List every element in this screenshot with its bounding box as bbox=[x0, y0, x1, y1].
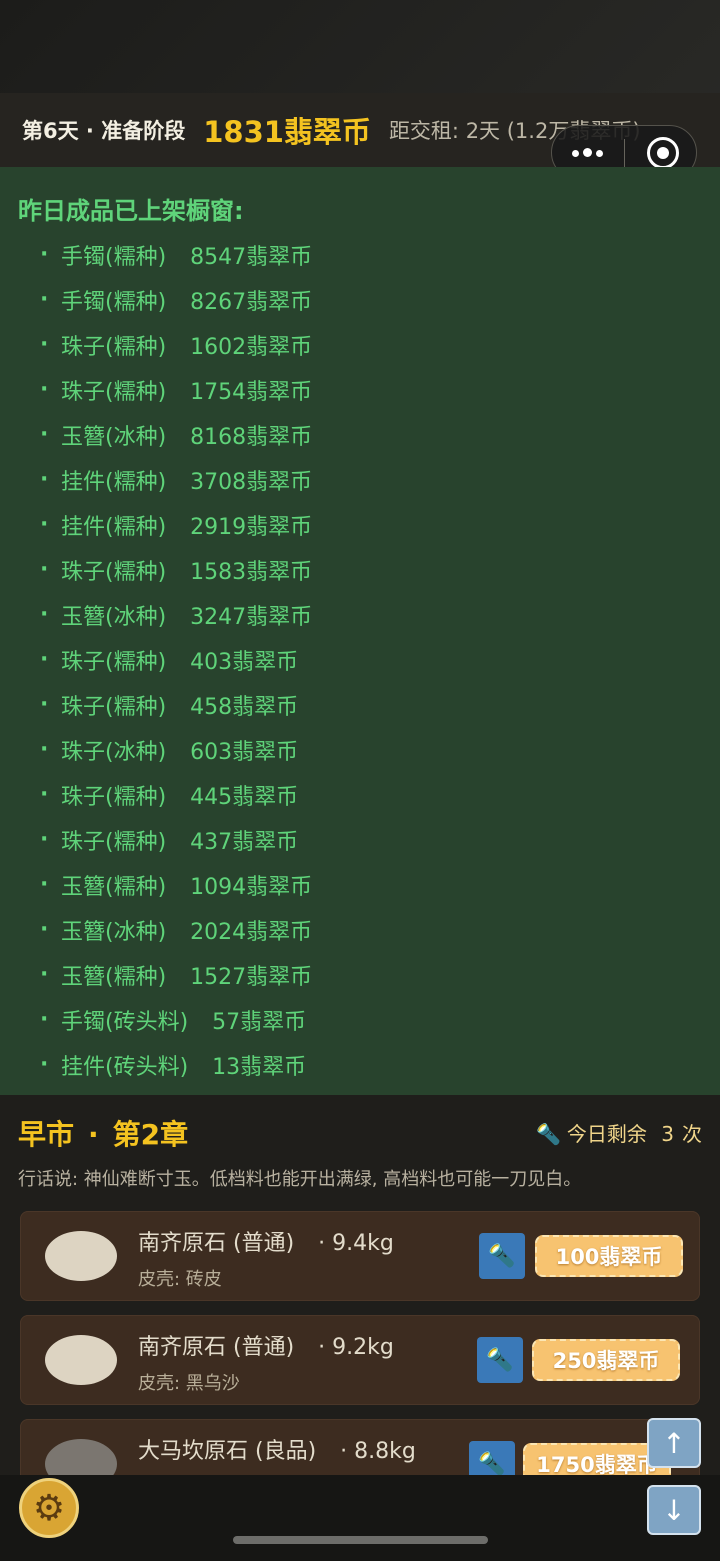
item-price: 437翡翠币 bbox=[190, 829, 299, 855]
item-price: 1583翡翠币 bbox=[190, 559, 313, 585]
capsule-divider bbox=[624, 139, 625, 167]
item-price: 1527翡翠币 bbox=[190, 964, 313, 990]
flashlight-button[interactable]: 🔦 bbox=[479, 1233, 525, 1279]
item-price: 8267翡翠币 bbox=[190, 289, 313, 315]
item-name: 手镯(糯种) bbox=[61, 289, 167, 315]
item-name: 手镯(糯种) bbox=[61, 244, 167, 270]
gear-icon[interactable]: ⚙ bbox=[19, 1478, 79, 1538]
flashlight-icon: 🔦 bbox=[486, 1347, 514, 1373]
stone-weight: · 8.8kg bbox=[340, 1439, 416, 1464]
item-name: 珠子(糯种) bbox=[61, 559, 167, 585]
list-item: · 珠子(糯种) 1583翡翠币 bbox=[40, 547, 312, 592]
list-item: · 珠子(糯种) 445翡翠币 bbox=[40, 772, 312, 817]
list-item: · 玉簪(糯种) 1094翡翠币 bbox=[40, 862, 312, 907]
list-item: · 玉簪(冰种) 3247翡翠币 bbox=[40, 592, 312, 637]
stone-title: 南齐原石 (普通) · 9.4kg bbox=[138, 1231, 394, 1256]
list-item: · 珠子(冰种) 603翡翠币 bbox=[40, 727, 312, 772]
list-item: · 玉簪(冰种) 8168翡翠币 bbox=[40, 412, 312, 457]
item-price: 3247翡翠币 bbox=[190, 604, 313, 630]
arrow-down-icon: ↓ bbox=[662, 1493, 686, 1527]
showcase-panel: 昨日成品已上架橱窗: · 手镯(糯种) 8547翡翠币 · 手镯(糯种) 8267翡翠币… bbox=[0, 167, 720, 1095]
item-price: 1094翡翠币 bbox=[190, 874, 313, 900]
item-name: 手镯(砖头料) bbox=[61, 1009, 189, 1035]
stone-image bbox=[45, 1335, 117, 1385]
item-price: 1602翡翠币 bbox=[190, 334, 313, 360]
item-name: 玉簪(冰种) bbox=[61, 604, 167, 630]
list-item: · 珠子(糯种) 437翡翠币 bbox=[40, 817, 312, 862]
list-item: · 挂件(糯种) 2919翡翠币 bbox=[40, 502, 312, 547]
stone-title: 南齐原石 (普通) · 9.2kg bbox=[138, 1335, 394, 1360]
buy-button[interactable]: 100翡翠币 bbox=[535, 1235, 683, 1277]
remaining-count: 3 bbox=[661, 1122, 674, 1146]
flashlight-button[interactable]: 🔦 bbox=[477, 1337, 523, 1383]
showcase-list: · 手镯(糯种) 8547翡翠币 · 手镯(糯种) 8267翡翠币 · 珠子(糯种) 160… bbox=[40, 232, 312, 1087]
list-item: · 手镯(糯种) 8547翡翠币 bbox=[40, 232, 312, 277]
buy-button[interactable]: 250翡翠币 bbox=[532, 1339, 680, 1381]
stone-card[interactable]: 南齐原石 (普通) · 9.4kg 皮壳: 砖皮 🔦 100翡翠币 bbox=[20, 1211, 700, 1301]
item-price: 8168翡翠币 bbox=[190, 424, 313, 450]
item-name: 玉簪(冰种) bbox=[61, 919, 167, 945]
stone-image bbox=[45, 1231, 117, 1281]
target-icon[interactable] bbox=[647, 137, 679, 169]
item-name: 挂件(糯种) bbox=[61, 469, 167, 495]
showcase-title: 昨日成品已上架橱窗: bbox=[18, 197, 244, 225]
item-name: 玉簪(糯种) bbox=[61, 874, 167, 900]
item-price: 2024翡翠币 bbox=[190, 919, 313, 945]
flashlight-icon: 🔦 bbox=[478, 1451, 506, 1477]
item-name: 珠子(糯种) bbox=[61, 829, 167, 855]
item-name: 玉簪(冰种) bbox=[61, 424, 167, 450]
scroll-down-button[interactable]: ↓ bbox=[647, 1485, 701, 1535]
more-dots-icon[interactable] bbox=[570, 141, 614, 165]
item-name: 珠子(冰种) bbox=[61, 739, 167, 765]
list-item: · 珠子(糯种) 403翡翠币 bbox=[40, 637, 312, 682]
item-name: 珠子(糯种) bbox=[61, 334, 167, 360]
home-indicator[interactable] bbox=[233, 1536, 488, 1544]
item-price: 458翡翠币 bbox=[190, 694, 299, 720]
item-name: 珠子(糯种) bbox=[61, 784, 167, 810]
item-name: 珠子(糯种) bbox=[61, 379, 167, 405]
list-item: · 珠子(糯种) 458翡翠币 bbox=[40, 682, 312, 727]
remaining-uses: 🔦 今日剩余 3次 bbox=[536, 1122, 702, 1146]
bottom-bar bbox=[0, 1475, 720, 1561]
stone-title: 大马坎原石 (良品) · 8.8kg bbox=[138, 1439, 416, 1464]
list-item: · 手镯(砖头料) 57翡翠币 bbox=[40, 997, 312, 1042]
list-item: · 玉簪(糯种) 1527翡翠币 bbox=[40, 952, 312, 997]
chapter-label: 第2章 bbox=[112, 1118, 189, 1151]
stone-weight: · 9.4kg bbox=[318, 1231, 394, 1256]
item-name: 珠子(糯种) bbox=[61, 649, 167, 675]
flashlight-icon: 🔦 bbox=[488, 1243, 516, 1269]
list-item: · 挂件(砖头料) 13翡翠币 bbox=[40, 1042, 312, 1087]
list-item: · 珠子(糯种) 1754翡翠币 bbox=[40, 367, 312, 412]
item-name: 挂件(砖头料) bbox=[61, 1054, 189, 1080]
day-phase: 第6天 · 准备阶段 bbox=[22, 119, 186, 143]
list-item: · 手镯(糯种) 8267翡翠币 bbox=[40, 277, 312, 322]
item-price: 403翡翠币 bbox=[190, 649, 299, 675]
item-name: 玉簪(糯种) bbox=[61, 964, 167, 990]
stone-card[interactable]: 南齐原石 (普通) · 9.2kg 皮壳: 黑乌沙 🔦 250翡翠币 bbox=[20, 1315, 700, 1405]
morning-market: 早市 · 第2章 🔦 今日剩余 3次 行话说: 神仙难断寸玉。低档料也能开出满绿, 高… bbox=[0, 1095, 720, 1509]
item-name: 挂件(糯种) bbox=[61, 514, 167, 540]
item-price: 13翡翠币 bbox=[212, 1054, 307, 1080]
item-price: 8547翡翠币 bbox=[190, 244, 313, 270]
coin-balance: 1831翡翠币 bbox=[203, 115, 371, 149]
market-title: 早市 · 第2章 bbox=[18, 1118, 189, 1151]
stone-skin: 皮壳: 砖皮 bbox=[138, 1269, 222, 1290]
stone-weight: · 9.2kg bbox=[318, 1335, 394, 1360]
arrow-up-icon: ↑ bbox=[662, 1426, 686, 1460]
item-price: 1754翡翠币 bbox=[190, 379, 313, 405]
list-item: · 玉簪(冰种) 2024翡翠币 bbox=[40, 907, 312, 952]
item-price: 2919翡翠币 bbox=[190, 514, 313, 540]
item-name: 珠子(糯种) bbox=[61, 694, 167, 720]
list-item: · 挂件(糯种) 3708翡翠币 bbox=[40, 457, 312, 502]
list-item: · 珠子(糯种) 1602翡翠币 bbox=[40, 322, 312, 367]
flashlight-icon: 🔦 bbox=[536, 1122, 561, 1146]
item-price: 57翡翠币 bbox=[212, 1009, 307, 1035]
item-price: 3708翡翠币 bbox=[190, 469, 313, 495]
stone-skin: 皮壳: 黑乌沙 bbox=[138, 1373, 240, 1394]
item-price: 445翡翠币 bbox=[190, 784, 299, 810]
item-price: 603翡翠币 bbox=[190, 739, 299, 765]
market-hint: 行话说: 神仙难断寸玉。低档料也能开出满绿, 高档料也可能一刀见白。 bbox=[18, 1169, 582, 1190]
scroll-up-button[interactable]: ↑ bbox=[647, 1418, 701, 1468]
